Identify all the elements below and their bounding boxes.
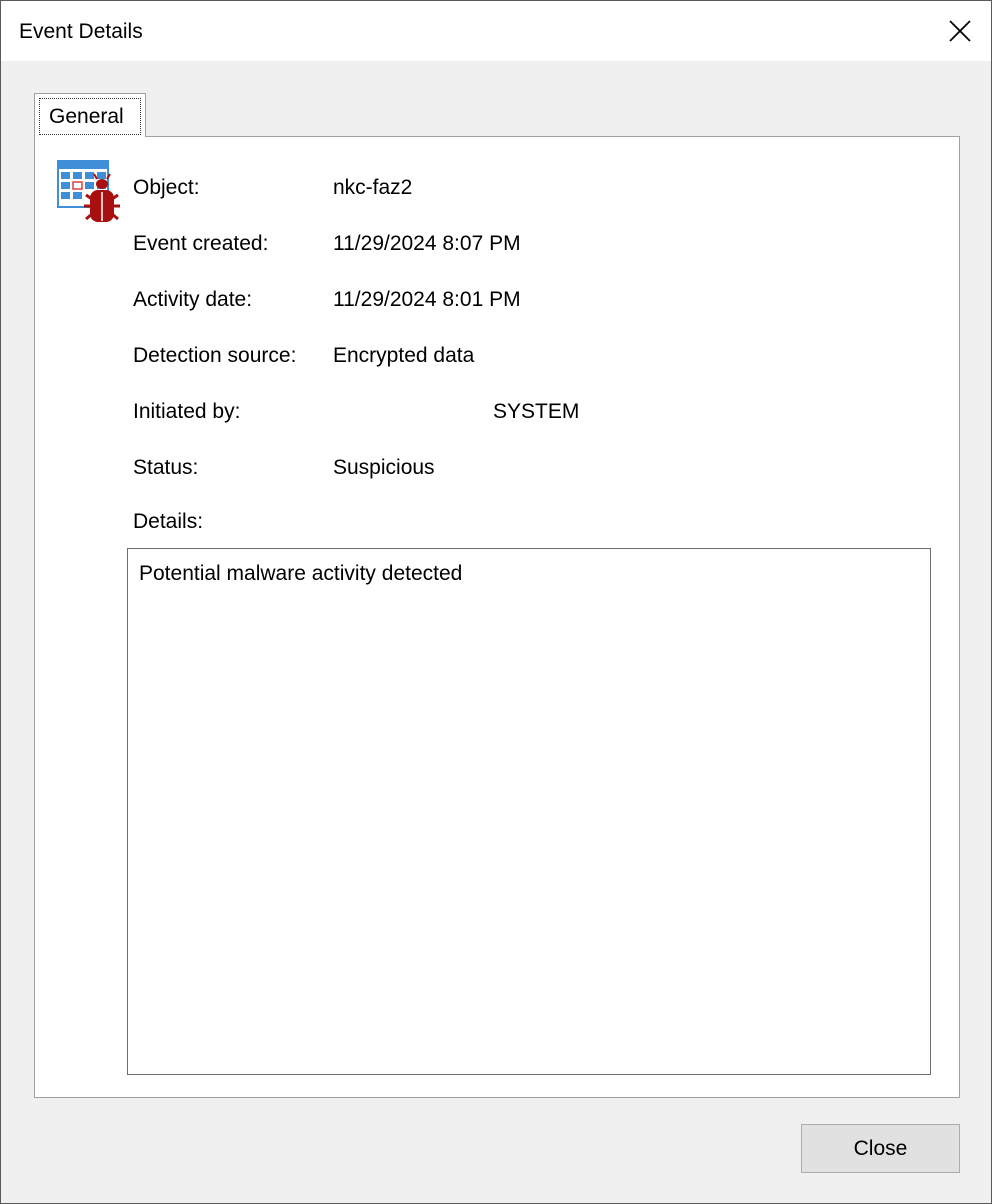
close-icon[interactable] (939, 11, 981, 51)
details-label: Details: (133, 510, 204, 533)
details-textbox[interactable]: Potential malware activity detected (127, 548, 931, 1075)
status-value: Suspicious (333, 456, 435, 479)
initiated-by-value: SYSTEM (493, 400, 580, 423)
detection-source-label: Detection source: (133, 344, 297, 367)
event-created-value: 11/29/2024 8:07 PM (333, 232, 521, 255)
object-label: Object: (133, 176, 200, 199)
close-button[interactable]: Close (801, 1124, 960, 1173)
details-text: Potential malware activity detected (139, 562, 463, 585)
malware-event-icon (56, 159, 124, 227)
status-label: Status: (133, 456, 199, 479)
initiated-by-label: Initiated by: (133, 400, 241, 423)
activity-date-value: 11/29/2024 8:01 PM (333, 288, 521, 311)
event-details-dialog: Event Details General Object: nkc-faz2 E… (0, 0, 992, 1204)
object-value: nkc-faz2 (333, 176, 413, 199)
activity-date-label: Activity date: (133, 288, 253, 311)
window-title: Event Details (19, 20, 143, 43)
tab-general-label: General (49, 105, 124, 128)
title-bar: Event Details (1, 1, 991, 61)
event-created-label: Event created: (133, 232, 269, 255)
close-button-label: Close (853, 1137, 908, 1160)
detection-source-value: Encrypted data (333, 344, 475, 367)
tab-general[interactable]: General (34, 93, 146, 137)
